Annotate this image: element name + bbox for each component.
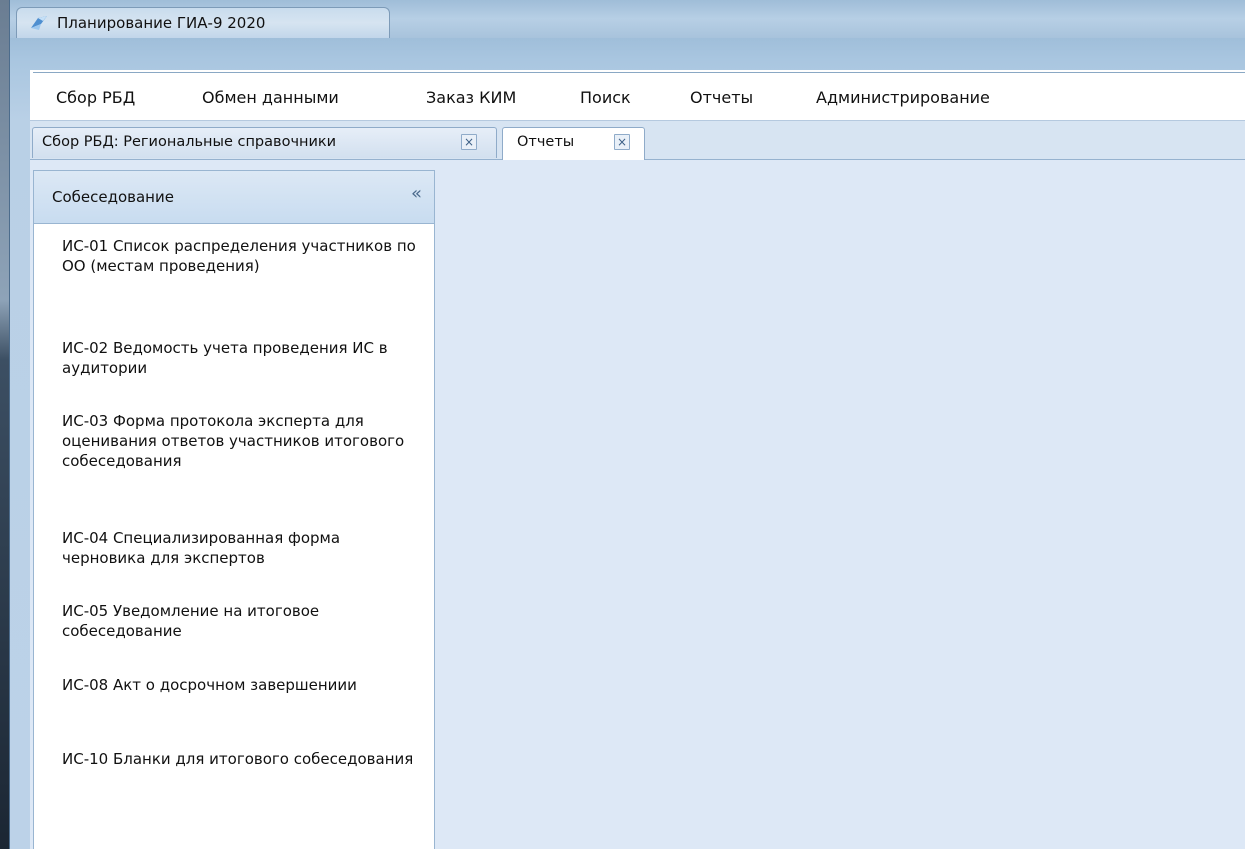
tab-label: Отчеты bbox=[517, 134, 575, 150]
collapse-left-icon[interactable]: « bbox=[411, 183, 422, 204]
report-item-is03[interactable]: ИС-03 Форма протокола эксперта для оцени… bbox=[62, 411, 422, 471]
sidebar-header[interactable]: Собеседование « bbox=[34, 171, 434, 224]
tab-regional-references[interactable]: Сбор РБД: Региональные справочники × bbox=[32, 127, 497, 158]
app-window: Планирование ГИА-9 2020 Сбор РБД Обмен д… bbox=[0, 0, 1245, 849]
tab-label: Сбор РБД: Региональные справочники bbox=[42, 134, 337, 150]
menu-item-reports[interactable]: Отчеты bbox=[690, 88, 753, 107]
menu-bar: Сбор РБД Обмен данными Заказ КИМ Поиск О… bbox=[33, 72, 1245, 121]
report-item-is10[interactable]: ИС-10 Бланки для итогового собеседования bbox=[62, 749, 422, 769]
window-title: Планирование ГИА-9 2020 bbox=[57, 14, 266, 32]
desktop-edge bbox=[0, 0, 9, 849]
report-item-is05[interactable]: ИС-05 Уведомление на итоговое собеседова… bbox=[62, 601, 422, 641]
menu-item-sbor-rbd[interactable]: Сбор РБД bbox=[56, 88, 135, 107]
title-tab: Планирование ГИА-9 2020 bbox=[16, 7, 390, 38]
report-item-is01[interactable]: ИС-01 Список распределения участников по… bbox=[62, 236, 422, 276]
menu-item-kim-order[interactable]: Заказ КИМ bbox=[426, 88, 516, 107]
report-item-is02[interactable]: ИС-02 Ведомость учета проведения ИС в ау… bbox=[62, 338, 422, 378]
report-item-is04[interactable]: ИС-04 Специализированная форма черновика… bbox=[62, 528, 422, 568]
report-item-is08[interactable]: ИС-08 Акт о досрочном завершениии bbox=[62, 675, 422, 695]
sidebar-header-label: Собеседование bbox=[52, 188, 174, 206]
tab-reports[interactable]: Отчеты × bbox=[502, 127, 645, 160]
app-logo-icon bbox=[31, 16, 47, 30]
document-tabstrip: Сбор РБД: Региональные справочники × Отч… bbox=[30, 120, 1245, 160]
reports-sidebar: Собеседование « ИС-01 Список распределен… bbox=[33, 170, 435, 849]
close-icon[interactable]: × bbox=[614, 134, 630, 150]
menu-item-search[interactable]: Поиск bbox=[580, 88, 631, 107]
menu-item-data-exchange[interactable]: Обмен данными bbox=[202, 88, 339, 107]
title-bar[interactable]: Планирование ГИА-9 2020 bbox=[10, 0, 1245, 38]
menu-item-administration[interactable]: Администрирование bbox=[816, 88, 990, 107]
close-icon[interactable]: × bbox=[461, 134, 477, 150]
